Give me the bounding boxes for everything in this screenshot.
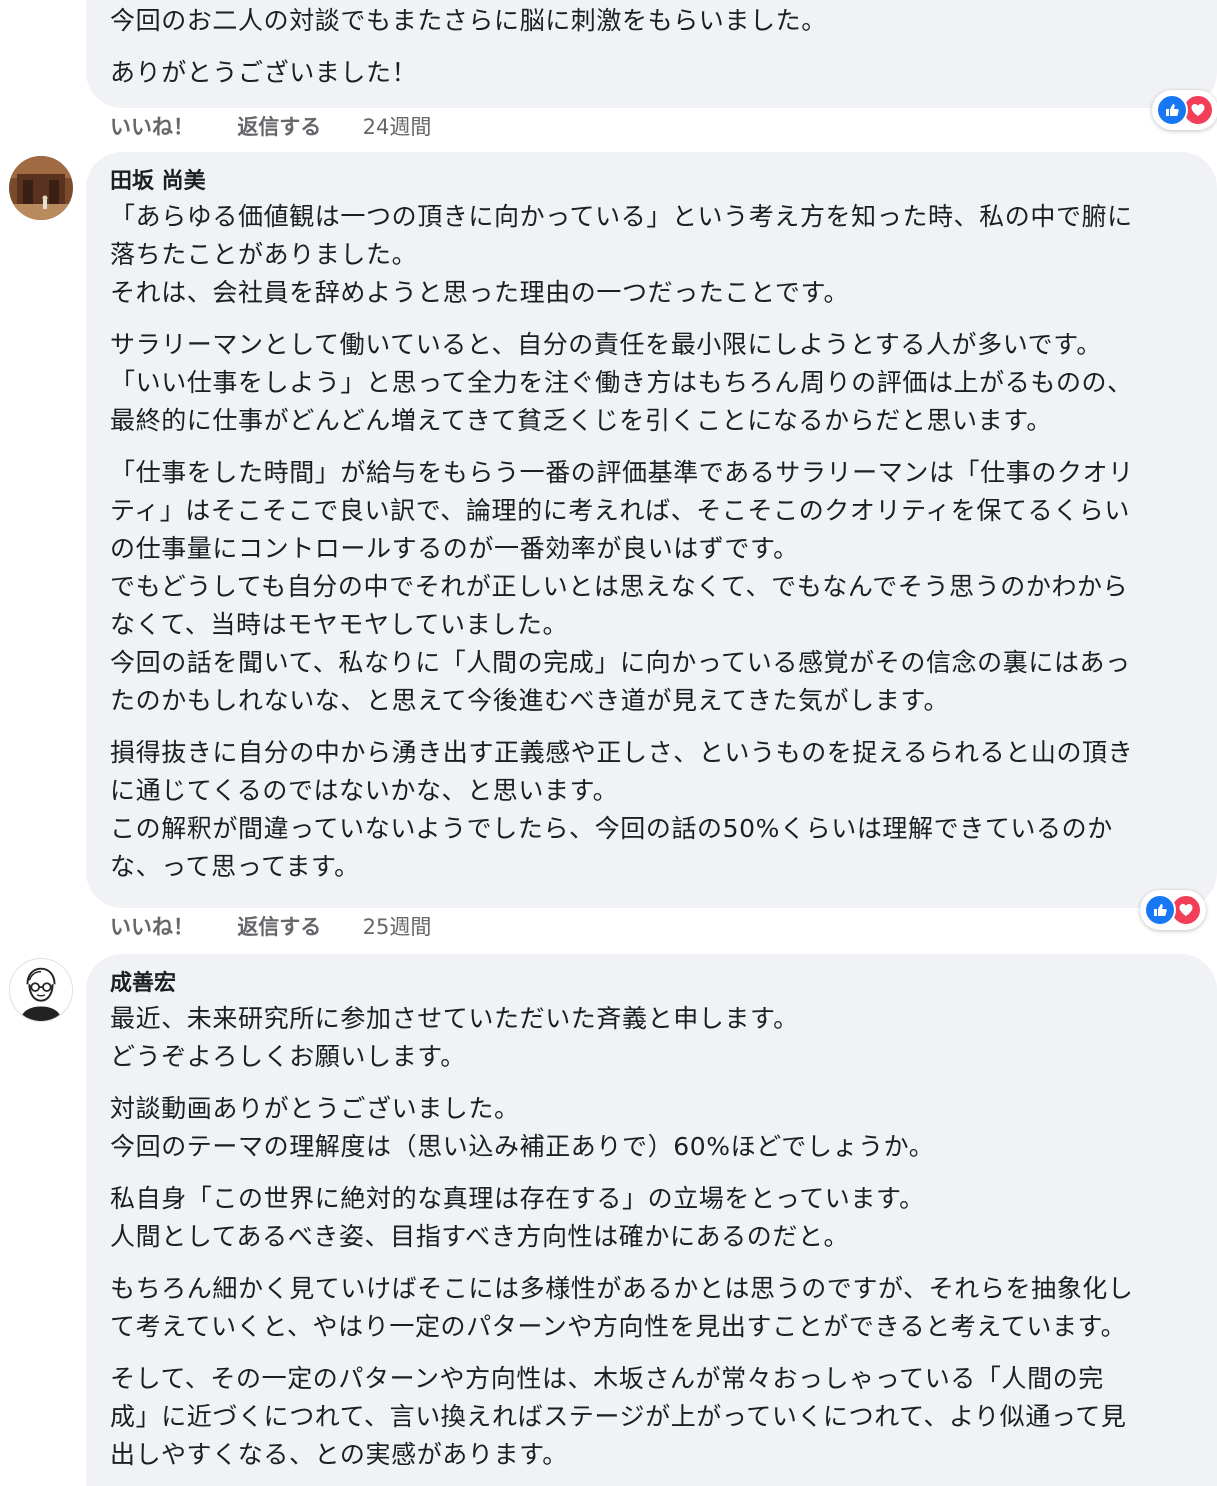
comment-paragraph: 「仕事をした時間」が給与をもらう一番の評価基準であるサラリーマンは「仕事のクオリ… [110, 458, 1134, 715]
comment-body: 今回のお二人の対談でもまたさらに脳に刺激をもらいました。 ありがとうございました… [110, 0, 1217, 92]
comment-actions: いいね！ 返信する 24週間 [110, 112, 431, 142]
comment-body: 最近、未来研究所に参加させていただいた斉義と申します。 どうぞよろしくお願いしま… [110, 1000, 1217, 1474]
reaction-summary[interactable] [1140, 890, 1206, 930]
reply-link[interactable]: 返信する [237, 912, 321, 942]
avatar[interactable] [9, 958, 73, 1022]
like-reaction-icon [1144, 894, 1176, 926]
comment-bubble: 成善宏 最近、未来研究所に参加させていただいた斉義と申します。 どうぞよろしくお… [86, 954, 1217, 1486]
comment-paragraph: 「あらゆる価値観は一つの頂きに向かっている」という考え方を知った時、私の中で腑に… [110, 202, 1133, 307]
comment-timestamp[interactable]: 25週間 [363, 912, 432, 942]
comment-paragraph: 私自身「この世界に絶対的な真理は存在する」の立場をとっています。 人間としてある… [110, 1184, 925, 1251]
comment-body: 「あらゆる価値観は一つの頂きに向かっている」という考え方を知った時、私の中で腑に… [110, 198, 1217, 886]
comment-paragraph: 最近、未来研究所に参加させていただいた斉義と申します。 どうぞよろしくお願いしま… [110, 1004, 799, 1071]
comment-paragraph: 今回のお二人の対談でもまたさらに脳に刺激をもらいました。 [110, 6, 827, 35]
comment-author[interactable]: 田坂 尚美 [110, 168, 1217, 196]
comment-actions: いいね！ 返信する 25週間 [110, 912, 431, 942]
avatar[interactable] [9, 156, 73, 220]
comment-bubble: 今回のお二人の対談でもまたさらに脳に刺激をもらいました。 ありがとうございました… [86, 0, 1217, 108]
comment-paragraph: もちろん細かく見ていけばそこには多様性があるかとは思うのですが、それらを抽象化し… [110, 1274, 1134, 1341]
like-reaction-icon [1156, 94, 1188, 126]
comment-bubble: 田坂 尚美 「あらゆる価値観は一つの頂きに向かっている」という考え方を知った時、… [86, 152, 1217, 908]
reaction-summary[interactable] [1152, 90, 1217, 130]
comment-paragraph: そして、その一定のパターンや方向性は、木坂さんが常々おっしゃっている「人間の完 … [110, 1364, 1127, 1469]
comment-paragraph: 対談動画ありがとうございました。 今回のテーマの理解度は（思い込み補正ありで）6… [110, 1094, 935, 1161]
comment-author[interactable]: 成善宏 [110, 970, 1217, 998]
reply-link[interactable]: 返信する [237, 112, 321, 142]
like-link[interactable]: いいね！ [110, 112, 194, 142]
comment-paragraph: サラリーマンとして働いていると、自分の責任を最小限にしようとする人が多いです。 … [110, 330, 1133, 435]
like-link[interactable]: いいね！ [110, 912, 194, 942]
comment-paragraph: ありがとうございました！ [110, 58, 418, 87]
comment-timestamp[interactable]: 24週間 [363, 112, 432, 142]
comment-paragraph: 損得抜きに自分の中から湧き出す正義感や正しさ、というものを捉えるられると山の頂き… [110, 738, 1134, 881]
